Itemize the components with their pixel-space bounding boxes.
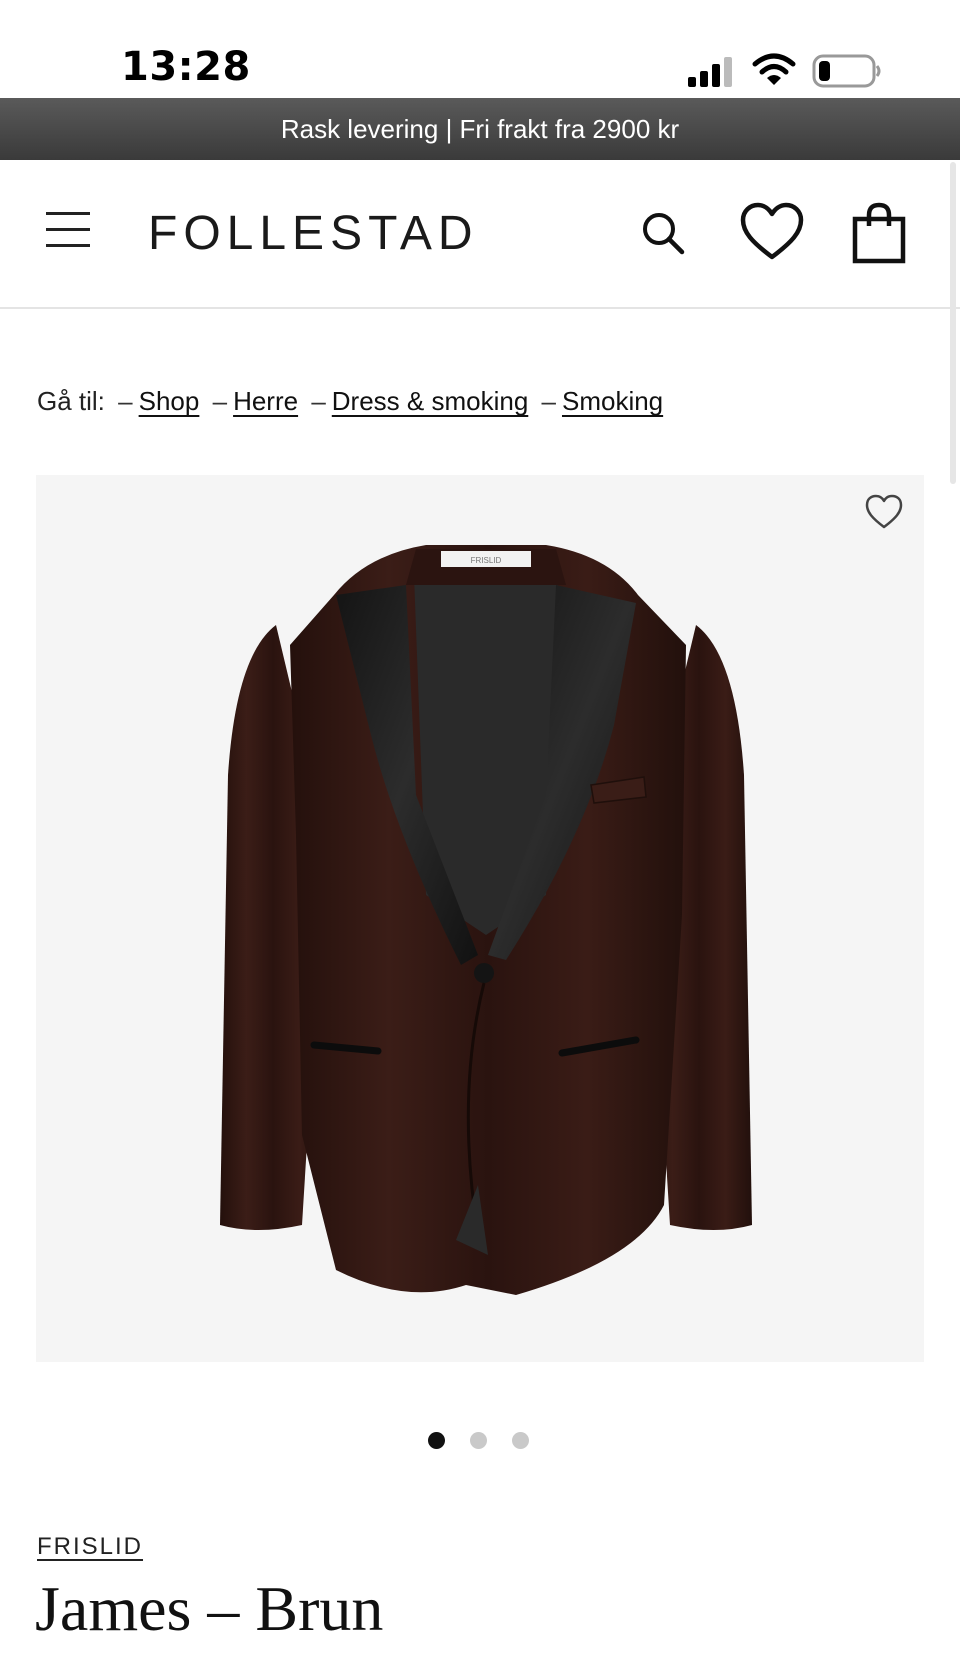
search-icon[interactable] xyxy=(640,210,686,256)
product-title: James – Brun xyxy=(35,1573,384,1644)
breadcrumb-link-herre[interactable]: Herre xyxy=(233,386,298,416)
promo-banner: Rask levering | Fri frakt fra 2900 kr xyxy=(0,98,960,160)
product-brand-link[interactable]: FRISLID xyxy=(37,1533,143,1561)
breadcrumb: Gå til: – Shop – Herre – Dress & smoking – S… xyxy=(37,386,663,417)
shopping-bag-icon[interactable] xyxy=(852,202,906,264)
battery-icon xyxy=(812,54,881,88)
gallery-dot-1[interactable] xyxy=(428,1432,445,1449)
menu-button[interactable] xyxy=(46,212,90,252)
breadcrumb-separator: – xyxy=(541,386,556,416)
product-image-gallery[interactable]: FRISLID xyxy=(36,475,924,1362)
gallery-pagination xyxy=(428,1432,538,1452)
status-time: 13:28 xyxy=(121,44,251,90)
wifi-icon xyxy=(752,53,796,85)
wishlist-heart-icon[interactable] xyxy=(740,202,804,262)
gallery-dot-2[interactable] xyxy=(470,1432,487,1449)
site-header: FOLLESTAD xyxy=(0,160,960,309)
breadcrumb-separator: – xyxy=(311,386,326,416)
breadcrumb-prefix: Gå til: xyxy=(37,386,105,416)
add-to-wishlist-heart-icon[interactable] xyxy=(864,493,904,531)
cellular-signal-icon xyxy=(688,57,732,87)
site-logo[interactable]: FOLLESTAD xyxy=(148,206,479,261)
gallery-dot-3[interactable] xyxy=(512,1432,529,1449)
page-scrollbar[interactable] xyxy=(950,162,956,484)
menu-icon xyxy=(46,212,90,247)
breadcrumb-separator: – xyxy=(118,386,133,416)
breadcrumb-link-dress-smoking[interactable]: Dress & smoking xyxy=(332,386,529,416)
breadcrumb-link-smoking[interactable]: Smoking xyxy=(562,386,663,416)
breadcrumb-separator: – xyxy=(212,386,228,416)
breadcrumb-link-shop[interactable]: Shop xyxy=(139,386,200,416)
velvet-tuxedo-jacket-image: FRISLID xyxy=(220,545,752,1295)
garment-label: FRISLID xyxy=(471,556,502,565)
status-bar: 13:28 xyxy=(0,0,960,98)
product-page: 13:28 Rask levering | Fri frakt fra 2900… xyxy=(0,0,960,1677)
